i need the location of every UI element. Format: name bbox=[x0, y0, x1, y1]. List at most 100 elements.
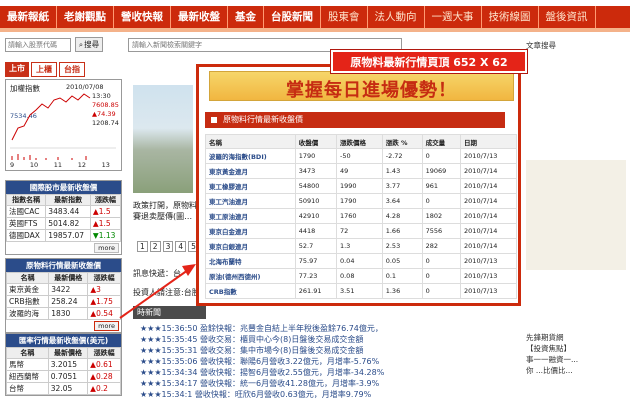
news-list-bar[interactable]: 時新聞 bbox=[133, 306, 206, 319]
nav-item[interactable]: 基金 bbox=[228, 6, 264, 28]
stock-search-input[interactable]: 請輸入股票代碼 bbox=[5, 38, 71, 52]
table-row[interactable]: 原油(德州西德州) 77.23 0.08 0.1 0 2010/7/13 bbox=[205, 268, 517, 284]
news-caption-2[interactable]: 賽退卖壓傳(圖… bbox=[133, 211, 192, 222]
table-row[interactable]: 紐西蘭幣 0.7051 ▲0.28 bbox=[6, 370, 121, 383]
col-header: 最新價格 bbox=[48, 272, 89, 284]
cell: 19857.07 bbox=[45, 229, 91, 242]
intl-index-title: 國際股市最新收盤價 bbox=[6, 181, 121, 194]
cell: 3422 bbox=[48, 283, 89, 296]
table-row[interactable]: 東工汽油連月 50910 1790 3.64 0 2010/7/14 bbox=[205, 193, 517, 209]
page-button[interactable]: 2 bbox=[149, 241, 161, 252]
news-item[interactable]: ★★★15:36:50 盈餘快報：兆豐金自結上半年稅後盈餘76.74億元， bbox=[140, 323, 383, 334]
cell: 1.36 bbox=[381, 283, 423, 299]
cell: 3.64 bbox=[381, 193, 423, 209]
nav-item[interactable]: 技術線圖 bbox=[482, 6, 539, 28]
news-stars: ★★★ bbox=[140, 346, 162, 355]
table-row[interactable]: 東京黃金連月 3473 49 1.43 19069 2010/7/14 bbox=[205, 163, 517, 179]
news-category: 營收交易 bbox=[200, 335, 232, 344]
right-link-focus[interactable]: 【投資焦點】 bbox=[526, 343, 571, 354]
intl-more-button[interactable]: more bbox=[94, 243, 119, 253]
col-header: 漲跌 % bbox=[381, 134, 423, 149]
table-row[interactable]: 東工橡膠連月 54800 1990 3.77 961 2010/7/14 bbox=[205, 178, 517, 194]
cell: 4.28 bbox=[381, 208, 423, 224]
news-time: 15:34:34 bbox=[161, 368, 198, 377]
cell: 馬幣 bbox=[6, 358, 49, 371]
news-item[interactable]: ★★★15:35:31 營收交易：集中市場今(8)日盤後交易成交金額 bbox=[140, 345, 363, 356]
table-row[interactable]: 英國FTS 5014.82 ▲1.5 bbox=[5, 217, 122, 230]
right-column: 文章搜尋 先鋒期貨網 【投資焦點】 事一一融資一... 你 ...比價比... bbox=[526, 40, 630, 407]
table-row[interactable]: 東京白銀連月 52.7 1.3 2.53 282 2010/7/14 bbox=[205, 238, 517, 254]
news-item[interactable]: ★★★15:34:34 營收快報：揚智6月營收2.55億元，月增率-34.28% bbox=[140, 367, 384, 378]
page-button[interactable]: 3 bbox=[162, 241, 174, 252]
fx-title: 匯率行情最新收盤價(美元) bbox=[6, 334, 121, 347]
table-row[interactable]: 東京黃金 3422 ▲3 bbox=[5, 283, 121, 296]
col-header: 名稱 bbox=[5, 272, 50, 284]
cell: 961 bbox=[421, 178, 462, 194]
news-pager: 1 2 3 4 5 bbox=[137, 241, 199, 252]
cell: 72 bbox=[335, 223, 383, 239]
right-link-article-search[interactable]: 文章搜尋 bbox=[526, 40, 556, 51]
nav-item[interactable]: 法人動向 bbox=[368, 6, 425, 28]
cell-value: 1.5 bbox=[98, 219, 111, 228]
table-row[interactable]: 法國CAC 3483.44 ▲1.5 bbox=[5, 205, 122, 218]
index-chart[interactable]: 加權指數 2010/07/08 13:30 7608.85 ▲74.39 120… bbox=[5, 79, 122, 171]
news-time: 15:35:31 bbox=[161, 346, 198, 355]
table-row[interactable]: 北海布蘭特 75.97 0.04 0.05 0 2010/7/13 bbox=[205, 253, 517, 269]
right-link-margin[interactable]: 事一一融資一... bbox=[526, 354, 578, 365]
search-button[interactable]: ⌕ 搜尋 bbox=[75, 37, 103, 52]
promo-banner[interactable]: 掌握每日進場優勢！ bbox=[209, 71, 514, 101]
table-row[interactable]: CRB指數 258.24 ▲1.75 bbox=[5, 295, 121, 308]
news-item[interactable]: ★★★15:35:45 營收交易：櫃買中心今(8)日盤後交易成交金額 bbox=[140, 334, 363, 345]
nav-item[interactable]: 股東會 bbox=[321, 6, 368, 28]
table-row[interactable]: 波羅的海 1830 ▲0.54 bbox=[5, 307, 121, 320]
table-row[interactable]: 台幣 32.05 ▲0.2 bbox=[6, 382, 121, 395]
cell: 0 bbox=[421, 253, 462, 269]
table-row[interactable]: 東京白金連月 4418 72 1.66 7556 2010/7/14 bbox=[205, 223, 517, 239]
market-tabs: 上市 上櫃 台指 bbox=[5, 62, 85, 77]
tab-otc[interactable]: 上櫃 bbox=[31, 62, 57, 77]
news-caption-1[interactable]: 政策打開，原物料與 bbox=[133, 200, 205, 211]
news-time: 15:34:17 bbox=[161, 379, 198, 388]
news-item[interactable]: ★★★15:35:06 營收快報：聯陽6月營收3.22億元，月增率-5.76% bbox=[140, 356, 379, 367]
table-row[interactable]: 波羅的海指數(BDI) 1790 -50 -2.72 0 2010/7/13 bbox=[205, 148, 517, 164]
right-link-compare[interactable]: 你 ...比價比... bbox=[526, 365, 573, 376]
page-button[interactable]: 1 bbox=[137, 241, 148, 252]
nav-item[interactable]: 一週大事 bbox=[425, 6, 482, 28]
cell: 50910 bbox=[294, 193, 337, 209]
page-button[interactable]: 4 bbox=[175, 241, 187, 252]
cell: 0.7051 bbox=[47, 370, 89, 383]
table-row[interactable]: 德國DAX 19857.07 ▼1.13 bbox=[5, 229, 122, 242]
x-tick: 11 bbox=[53, 161, 63, 169]
right-ad[interactable] bbox=[526, 160, 626, 270]
nav-item[interactable]: 老謝觀點 bbox=[57, 6, 114, 28]
col-header: 收盤價 bbox=[294, 134, 337, 149]
news-photo[interactable] bbox=[133, 85, 193, 193]
right-link-futures[interactable]: 先鋒期貨網 bbox=[526, 332, 564, 343]
nav-item[interactable]: 台股新聞 bbox=[264, 6, 321, 28]
fx-table: 名稱 最新價格 漲跌幅 馬幣 3.2015 ▲0.61 紐西蘭幣 0.7051 … bbox=[6, 347, 121, 395]
news-time: 15:35:45 bbox=[161, 335, 198, 344]
nav-item[interactable]: 最新報紙 bbox=[0, 6, 57, 28]
nav-item[interactable]: 盤後資訊 bbox=[539, 6, 596, 28]
cell: 52.7 bbox=[294, 238, 337, 254]
nav-item[interactable]: 最新收盤 bbox=[171, 6, 228, 28]
index-line-plot bbox=[10, 93, 116, 160]
tab-futures[interactable]: 台指 bbox=[59, 62, 85, 77]
search-button-label: 搜尋 bbox=[84, 40, 100, 49]
cell: 1802 bbox=[421, 208, 462, 224]
table-row[interactable]: 馬幣 3.2015 ▲0.61 bbox=[6, 358, 121, 371]
news-stars: ★★★ bbox=[140, 357, 162, 366]
tab-listed[interactable]: 上市 bbox=[5, 62, 29, 77]
cell: CRB指數 bbox=[5, 295, 50, 308]
nav-item[interactable]: 營收快報 bbox=[114, 6, 171, 28]
section-title: 原物料行情最新收盤價 bbox=[205, 112, 505, 128]
table-row[interactable]: 東工原油連月 42910 1760 4.28 1802 2010/7/14 bbox=[205, 208, 517, 224]
table-row[interactable]: CRB指數 261.91 3.51 1.36 0 2010/7/13 bbox=[205, 283, 517, 299]
intl-index-panel: 國際股市最新收盤價 指數名稱 最新指數 漲跌幅 法國CAC 3483.44 ▲1… bbox=[5, 180, 122, 255]
news-item[interactable]: ★★★15:34:17 營收快報：統一6月營收41.28億元，月增率-3.9% bbox=[140, 378, 379, 389]
news-item[interactable]: ★★★15:34:1 營收快報：旺欣6月營收0.63億元，月增率9.79% bbox=[140, 389, 371, 400]
cell: 1.3 bbox=[335, 238, 383, 254]
commodity-more-button[interactable]: more bbox=[94, 321, 119, 331]
cell-value: 1.5 bbox=[98, 207, 111, 216]
cell: ▼1.13 bbox=[89, 229, 122, 242]
